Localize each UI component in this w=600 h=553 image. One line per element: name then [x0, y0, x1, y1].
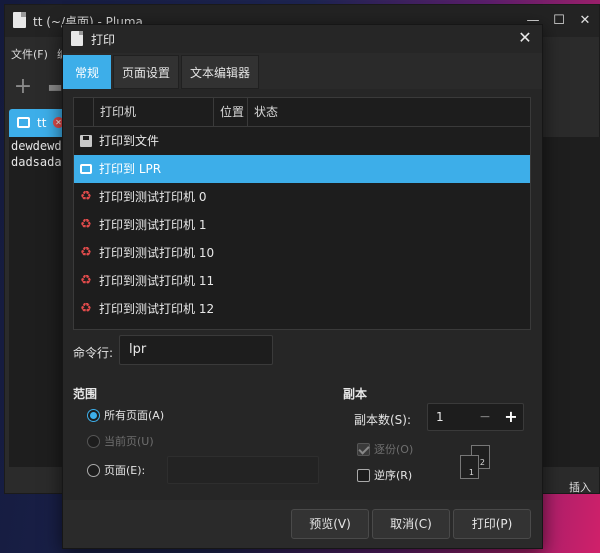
printer-row[interactable]: ♻ 打印到测试打印机 12 [74, 295, 530, 323]
current-page-radio: 当前页(U) [87, 433, 154, 449]
print-dialog: 打印 ✕ 常规 页面设置 文本编辑器 打印机 位置 状态 打印到文件 打印到 L… [62, 24, 543, 549]
dialog-tabs: 常规 页面设置 文本编辑器 [63, 55, 542, 89]
decrement-button[interactable]: − [473, 404, 497, 430]
printer-icon [80, 164, 92, 174]
dialog-titlebar: 打印 ✕ [63, 25, 542, 53]
printer-name: 打印到测试打印机 11 [99, 274, 215, 288]
document-icon [71, 31, 83, 46]
printer-row[interactable]: ♻ 打印到测试打印机 11 [74, 267, 530, 295]
recycle-icon: ♻ [80, 217, 92, 232]
collate-preview-page-icon: 1 [460, 455, 479, 479]
current-page-label: 当前页(U) [104, 435, 154, 448]
radio-button[interactable] [87, 463, 100, 477]
printer-name: 打印到测试打印机 10 [99, 246, 215, 260]
table-header-status[interactable]: 状态 [248, 98, 530, 126]
table-header-printer[interactable]: 打印机 [94, 98, 214, 126]
printer-name: 打印到测试打印机 0 [99, 190, 207, 204]
all-pages-radio[interactable]: 所有页面(A) [87, 407, 164, 423]
dialog-title: 打印 [91, 33, 116, 47]
reverse-checkbox-row[interactable]: 逆序(R) [357, 467, 412, 483]
printer-name: 打印到测试打印机 1 [99, 218, 207, 232]
table-header-location[interactable]: 位置 [214, 98, 248, 126]
copies-spinbox[interactable]: 1 − + [427, 403, 524, 431]
range-section-title: 范围 [73, 387, 98, 401]
printer-row[interactable]: 打印到文件 [74, 127, 530, 155]
maximize-icon[interactable]: ☐ [551, 13, 567, 29]
tab-page-setup[interactable]: 页面设置 [113, 55, 179, 89]
all-pages-label: 所有页面(A) [104, 409, 165, 422]
recycle-icon: ♻ [80, 189, 92, 204]
reverse-checkbox[interactable] [357, 468, 370, 482]
pages-label: 页面(E): [104, 464, 146, 477]
printer-row[interactable]: ♻ 打印到测试打印机 1 [74, 211, 530, 239]
pages-radio[interactable]: 页面(E): [87, 462, 145, 478]
printer-name: 打印到 LPR [99, 162, 162, 176]
printer-row[interactable]: 打印到 LPR [74, 155, 530, 183]
collate-checkbox-row: 逐份(O) [357, 441, 413, 457]
recycle-icon: ♻ [80, 273, 92, 288]
collate-checkbox [357, 442, 370, 456]
printer-name: 打印到测试打印机 12 [99, 302, 215, 316]
radio-button [87, 434, 100, 448]
printer-name: 打印到文件 [99, 134, 160, 148]
tab-text-editor[interactable]: 文本编辑器 [181, 55, 259, 89]
copies-count-label: 副本数(S): [354, 413, 412, 427]
increment-button[interactable]: + [499, 404, 523, 430]
command-line-input[interactable]: lpr [119, 335, 273, 365]
table-header-icon-column [74, 98, 94, 126]
general-tab-pane: 打印机 位置 状态 打印到文件 打印到 LPR ♻ 打印到测试打印机 0 ♻ 打… [63, 89, 542, 500]
tab-general[interactable]: 常规 [63, 55, 111, 89]
printer-row[interactable]: ♻ 打印到测试打印机 10 [74, 239, 530, 267]
cancel-button[interactable]: 取消(C) [372, 509, 450, 539]
reverse-label: 逆序(R) [374, 469, 413, 482]
dialog-close-icon[interactable]: ✕ [516, 29, 534, 47]
collate-label: 逐份(O) [374, 443, 414, 456]
pages-input [167, 456, 319, 484]
printer-row[interactable]: ♻ 打印到测试打印机 0 [74, 183, 530, 211]
close-icon[interactable]: ✕ [577, 13, 593, 29]
document-icon [13, 12, 26, 28]
command-line-label: 命令行: [73, 346, 114, 360]
copies-value[interactable]: 1 [436, 404, 444, 430]
menu-file[interactable]: 文件(F) [11, 46, 48, 62]
document-tab[interactable]: tt ✕ [9, 109, 69, 137]
preview-button[interactable]: 预览(V) [291, 509, 369, 539]
insert-mode-status: 插入 [569, 481, 591, 494]
document-tab-label: tt [37, 116, 47, 130]
printer-icon [17, 117, 30, 128]
radio-button[interactable] [87, 408, 100, 422]
printer-list[interactable]: 打印机 位置 状态 打印到文件 打印到 LPR ♻ 打印到测试打印机 0 ♻ 打… [73, 97, 531, 330]
print-button[interactable]: 打印(P) [453, 509, 531, 539]
recycle-icon: ♻ [80, 245, 92, 260]
recycle-icon: ♻ [80, 301, 92, 316]
copies-section-title: 副本 [343, 387, 368, 401]
new-file-icon[interactable]: + [13, 76, 33, 98]
file-icon [80, 135, 92, 147]
